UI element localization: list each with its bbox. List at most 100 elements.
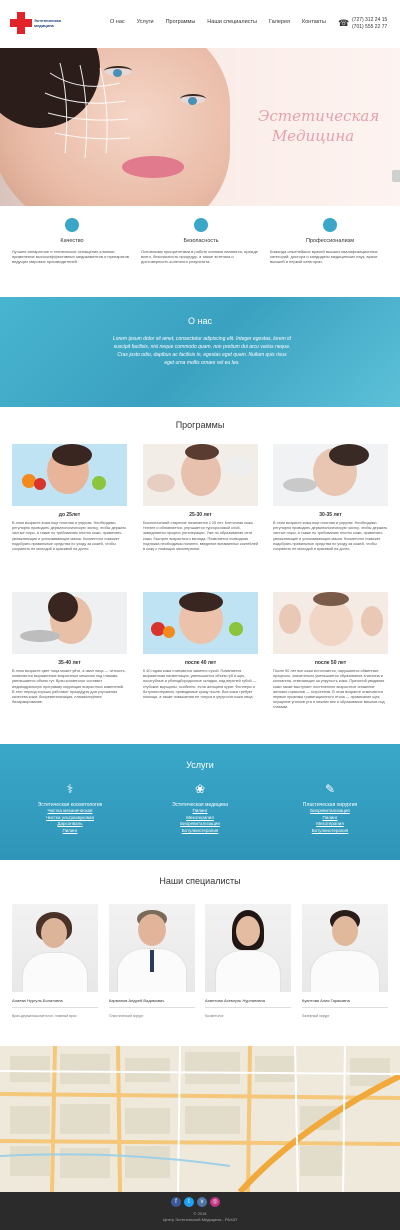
nav-item-about[interactable]: О нас	[110, 19, 125, 25]
social-links: f t v ◎	[171, 1197, 220, 1207]
program-caption: 25-30 лет	[189, 512, 212, 518]
service-link[interactable]: Пилинг	[10, 828, 130, 835]
red-cross-icon	[10, 12, 32, 34]
site-header: Эстетическая медицина О нас Услуги Прогр…	[0, 0, 400, 48]
program-text: К 40 годам кожа становится заметно сухой…	[143, 669, 257, 700]
program-card[interactable]: 30-35 лет В этом возрасте кожа еще плотн…	[273, 444, 388, 552]
instagram-icon[interactable]: ◎	[210, 1197, 220, 1207]
service-link[interactable]: Ботулинотерапия	[270, 828, 390, 835]
program-photo	[12, 444, 127, 506]
specialist-role: Врач-дерматокосметолог, главный врач	[12, 1014, 77, 1018]
nav-item-gallery[interactable]: Галерея	[269, 19, 290, 25]
phone-icon: ☎	[338, 18, 350, 28]
specialist-role: Пластический хирург	[109, 1014, 144, 1018]
services-column-cosmetology: ⚕ Эстетическая косметология Чистка механ…	[10, 782, 130, 834]
phone-number-1[interactable]: (727) 312 24 15	[352, 17, 387, 24]
program-photo	[143, 592, 258, 654]
site-footer: f t v ◎ © 2016 Центр Эстетической Медици…	[0, 1192, 400, 1230]
lotus-icon: ❀	[194, 782, 206, 796]
program-photo	[273, 444, 388, 506]
map-graphic	[0, 1046, 400, 1192]
logo-text: Эстетическая медицина	[34, 18, 61, 28]
specialist-photo	[302, 904, 388, 992]
program-card[interactable]: 35-40 лет В этом возрасте цвет лица може…	[12, 592, 127, 705]
specialist-role: Лазерный хирург	[302, 1014, 330, 1018]
location-map[interactable]	[0, 1046, 400, 1192]
program-card[interactable]: после 50 лет После 50 лет все кожи истон…	[273, 592, 388, 711]
program-caption: 30-35 лет	[319, 512, 342, 518]
program-caption: до 25лет	[58, 512, 81, 518]
copyright-org: Центр Эстетической Медицины - РАХАТ	[162, 1217, 238, 1222]
program-text: В этом возрасте кожа еще плотная и упруг…	[273, 521, 388, 552]
hero-title-line1: Эстетическая	[258, 107, 380, 125]
program-text: После 50 лет все кожи истончается, наруш…	[273, 669, 385, 710]
nav-item-services[interactable]: Услуги	[137, 19, 154, 25]
feature-text: Команда опытнейших врачей высших квалифи…	[270, 249, 378, 265]
logo[interactable]: Эстетическая медицина	[10, 12, 65, 34]
specialist-card[interactable]: Алиева Нургуль Болатовна Врач-дерматокос…	[12, 904, 98, 1018]
specialist-card[interactable]: Карманов Андрей Вадимович Пластический х…	[109, 904, 195, 1018]
main-nav: О нас Услуги Программы Наши специалисты …	[110, 19, 338, 25]
nav-item-specialists[interactable]: Наши специалисты	[207, 19, 257, 25]
feature-title: Качество	[60, 238, 84, 244]
program-text: В этом возрасте цвет лица может уйти, а …	[12, 669, 126, 705]
specialist-photo	[109, 904, 195, 992]
specialist-name: Алиева Нургуль Болатовна	[12, 998, 63, 1003]
program-caption: 35-40 лет	[58, 660, 81, 666]
cosmetology-icon: ⚕	[66, 782, 74, 796]
about-text: Lorem ipsum dolor sit amet, consectetur …	[112, 336, 292, 366]
program-text: Биологический старение начинается с 25 л…	[143, 521, 258, 552]
program-caption: после 50 лет	[314, 660, 347, 666]
feature-quality: Качество Лучшее аппаратное и техническое…	[12, 218, 132, 265]
program-card[interactable]: после 40 лет К 40 годам кожа становится …	[143, 592, 258, 700]
feature-title: Профессионализм	[306, 238, 354, 244]
feature-professionalism: Профессионализм Команда опытнейших враче…	[270, 218, 390, 265]
service-link[interactable]: Ботулинотерапия	[140, 828, 260, 835]
vk-icon[interactable]: v	[197, 1197, 207, 1207]
specialist-card[interactable]: Куантова Алия Гараковна Лазерный хирург	[302, 904, 388, 1018]
divider	[302, 1007, 388, 1008]
program-photo	[143, 444, 258, 506]
services-title: Услуги	[186, 760, 214, 770]
program-card[interactable]: до 25лет В этом возрасте кожа еще плотна…	[12, 444, 127, 552]
services-section: Услуги ⚕ Эстетическая косметология Чистк…	[0, 744, 400, 860]
divider	[12, 1007, 98, 1008]
hero-title: Эстетическая Медицина	[258, 106, 380, 146]
divider	[109, 1007, 195, 1008]
specialist-name: Куантова Алия Гараковна	[302, 998, 350, 1003]
scalpel-icon: ✎	[324, 782, 336, 796]
facebook-icon[interactable]: f	[171, 1197, 181, 1207]
specialist-card[interactable]: Ахметова Асемгуль Нурлановна Косметолог	[205, 904, 291, 1018]
specialist-name: Ахметова Асемгуль Нурлановна	[205, 998, 265, 1003]
lifting-lines-graphic	[44, 62, 131, 159]
team-icon	[323, 218, 337, 232]
services-column-medicine: ❀ Эстетическая медицина Пилинг Мезотерап…	[140, 782, 260, 834]
specialist-role: Косметолог	[205, 1014, 224, 1018]
slider-next-arrow[interactable]	[392, 170, 400, 182]
nav-item-programs[interactable]: Программы	[166, 19, 196, 25]
hero-eye-right	[180, 94, 206, 105]
program-text: В этом возрасте кожа еще плотная и упруг…	[12, 521, 127, 552]
divider	[205, 1007, 291, 1008]
hero-banner: Эстетическая Медицина	[0, 48, 400, 206]
hero-title-line2: Медицина	[271, 127, 355, 145]
program-photo	[273, 592, 388, 654]
nav-item-contacts[interactable]: Контакты	[302, 19, 326, 25]
programs-title: Программы	[175, 420, 225, 430]
feature-title: Безопасность	[183, 238, 219, 244]
about-section: О нас Lorem ipsum dolor sit amet, consec…	[0, 297, 400, 407]
specialists-title: Наши специалисты	[159, 876, 241, 886]
program-photo	[12, 592, 127, 654]
specialist-name: Карманов Андрей Вадимович	[109, 998, 165, 1003]
feature-text: Основными приоритетами в работе клиники …	[141, 249, 258, 265]
phone-number-2[interactable]: (701) 555 22 77	[352, 24, 387, 31]
specialist-photo	[12, 904, 98, 992]
twitter-icon[interactable]: t	[184, 1197, 194, 1207]
services-column-surgery: ✎ Пластическая хирургия Биоревитализация…	[270, 782, 390, 834]
copyright: © 2016 Центр Эстетической Медицины - РАХ…	[0, 1211, 400, 1223]
feature-text: Лучшее аппаратное и техническое оснащени…	[12, 249, 129, 265]
program-card[interactable]: 25-30 лет Биологический старение начинае…	[143, 444, 258, 552]
feature-safety: Безопасность Основными приоритетами в ра…	[141, 218, 261, 265]
phone-numbers: (727) 312 24 15 (701) 555 22 77	[352, 17, 387, 31]
shield-heart-icon	[194, 218, 208, 232]
